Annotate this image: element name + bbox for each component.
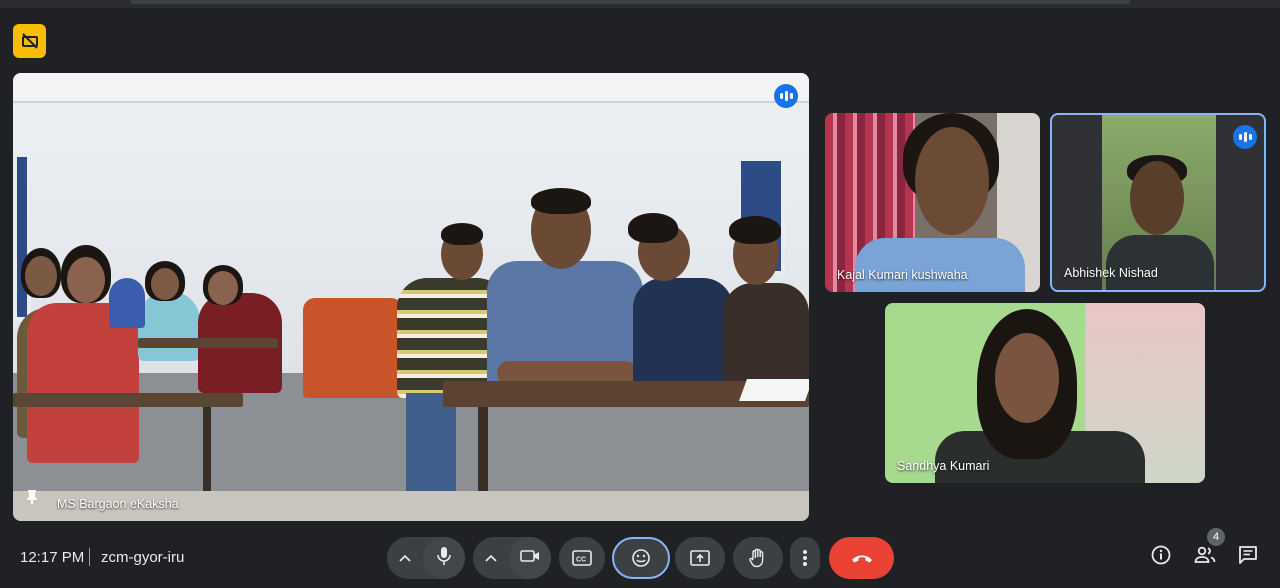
main-video-tile[interactable]: MS Bargaon eKaksha <box>13 73 809 521</box>
window-left <box>13 153 31 321</box>
separator <box>89 548 90 566</box>
classroom-ceiling <box>13 73 809 103</box>
raise-hand-icon <box>749 548 767 568</box>
raise-hand-button[interactable] <box>733 537 783 579</box>
participant-tile-abhishek[interactable]: Abhishek Nishad <box>1050 113 1266 292</box>
chat-button[interactable] <box>1235 544 1261 570</box>
people-button[interactable] <box>1192 544 1218 570</box>
no-signal-icon[interactable] <box>13 24 46 58</box>
person-face <box>995 333 1059 423</box>
participant-name: Abhishek Nishad <box>1064 266 1158 280</box>
audio-level-icon <box>774 84 798 108</box>
hang-up-icon <box>850 552 874 564</box>
captions-button[interactable]: CC <box>559 537 605 579</box>
svg-text:CC: CC <box>576 557 586 564</box>
desk-left <box>13 393 243 407</box>
chat-icon <box>1238 545 1258 570</box>
desk-left-leg <box>203 407 211 497</box>
info-icon <box>1151 545 1171 570</box>
orange-cloth <box>303 298 403 398</box>
bottom-toolbar: 12:17 PM zcm-gyor-iru CC <box>0 528 1280 588</box>
emoji-icon <box>631 548 651 568</box>
info-button[interactable] <box>1148 544 1174 570</box>
captions-icon: CC <box>572 550 592 566</box>
present-screen-icon <box>690 550 710 566</box>
participant-name: MS Bargaon eKaksha <box>57 497 179 511</box>
participant-tile-kajal[interactable]: Kajal Kumari kushwaha <box>825 113 1040 292</box>
participant-name: Kajal Kumari kushwaha <box>837 268 968 282</box>
mic-control <box>387 537 465 579</box>
mic-icon <box>437 546 451 571</box>
meeting-time: 12:17 PM <box>20 549 85 566</box>
participant-count-badge: 4 <box>1207 528 1225 546</box>
top-strip <box>0 0 1280 8</box>
paper <box>738 379 809 401</box>
people-icon <box>1194 546 1216 569</box>
person-face <box>1130 161 1184 235</box>
more-vert-icon <box>802 549 808 567</box>
person-body <box>855 238 1025 292</box>
camera-button[interactable] <box>509 537 551 579</box>
participant-tile-sandhya[interactable]: Sandhya Kumari <box>885 303 1205 483</box>
participant-name: Sandhya Kumari <box>897 459 990 473</box>
leave-call-button[interactable] <box>829 537 894 579</box>
top-strip-line <box>130 0 1130 4</box>
audio-level-icon <box>1233 125 1257 149</box>
desk-back <box>138 338 278 348</box>
chevron-up-icon[interactable] <box>473 537 509 579</box>
more-options-button[interactable] <box>790 537 820 579</box>
reactions-button[interactable] <box>612 537 670 579</box>
mic-button[interactable] <box>423 537 465 579</box>
camera-icon <box>520 549 540 568</box>
meeting-code[interactable]: zcm-gyor-iru <box>101 549 184 566</box>
camera-control <box>473 537 551 579</box>
chevron-up-icon[interactable] <box>387 537 423 579</box>
pin-icon[interactable] <box>25 489 39 510</box>
present-button[interactable] <box>675 537 725 579</box>
person-body <box>1106 235 1214 290</box>
person-face <box>915 127 989 235</box>
